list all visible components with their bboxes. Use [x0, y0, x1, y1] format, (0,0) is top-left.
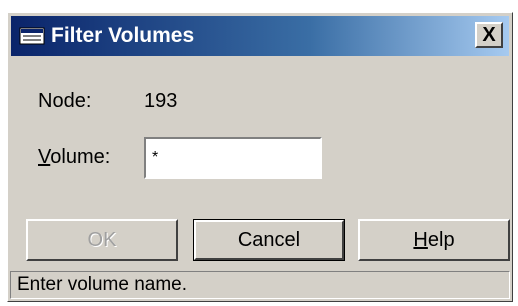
cancel-button-label: Cancel — [237, 228, 301, 251]
help-button-accelerator: H — [413, 228, 428, 251]
help-button[interactable]: Help — [358, 219, 510, 261]
volume-label-accelerator: V — [38, 146, 51, 168]
close-icon: X — [482, 24, 496, 46]
filter-volumes-dialog: Filter Volumes X Node: 193 Volume: OK Ca… — [7, 12, 513, 302]
status-text: Enter volume name. — [17, 274, 188, 295]
title-bar[interactable]: Filter Volumes X — [11, 16, 509, 56]
window-title: Filter Volumes — [51, 24, 195, 47]
volume-input[interactable] — [144, 137, 322, 179]
help-button-label: elp — [427, 228, 455, 251]
status-bar: Enter volume name. — [10, 271, 510, 299]
volume-label: Volume: — [38, 146, 110, 169]
volume-label-text: olume: — [50, 146, 111, 168]
node-value: 193 — [144, 90, 178, 112]
window-icon — [19, 27, 45, 45]
close-button[interactable]: X — [475, 22, 503, 48]
cancel-button[interactable]: Cancel — [193, 219, 345, 261]
ok-button[interactable]: OK — [26, 219, 178, 261]
node-label: Node: — [38, 90, 92, 112]
